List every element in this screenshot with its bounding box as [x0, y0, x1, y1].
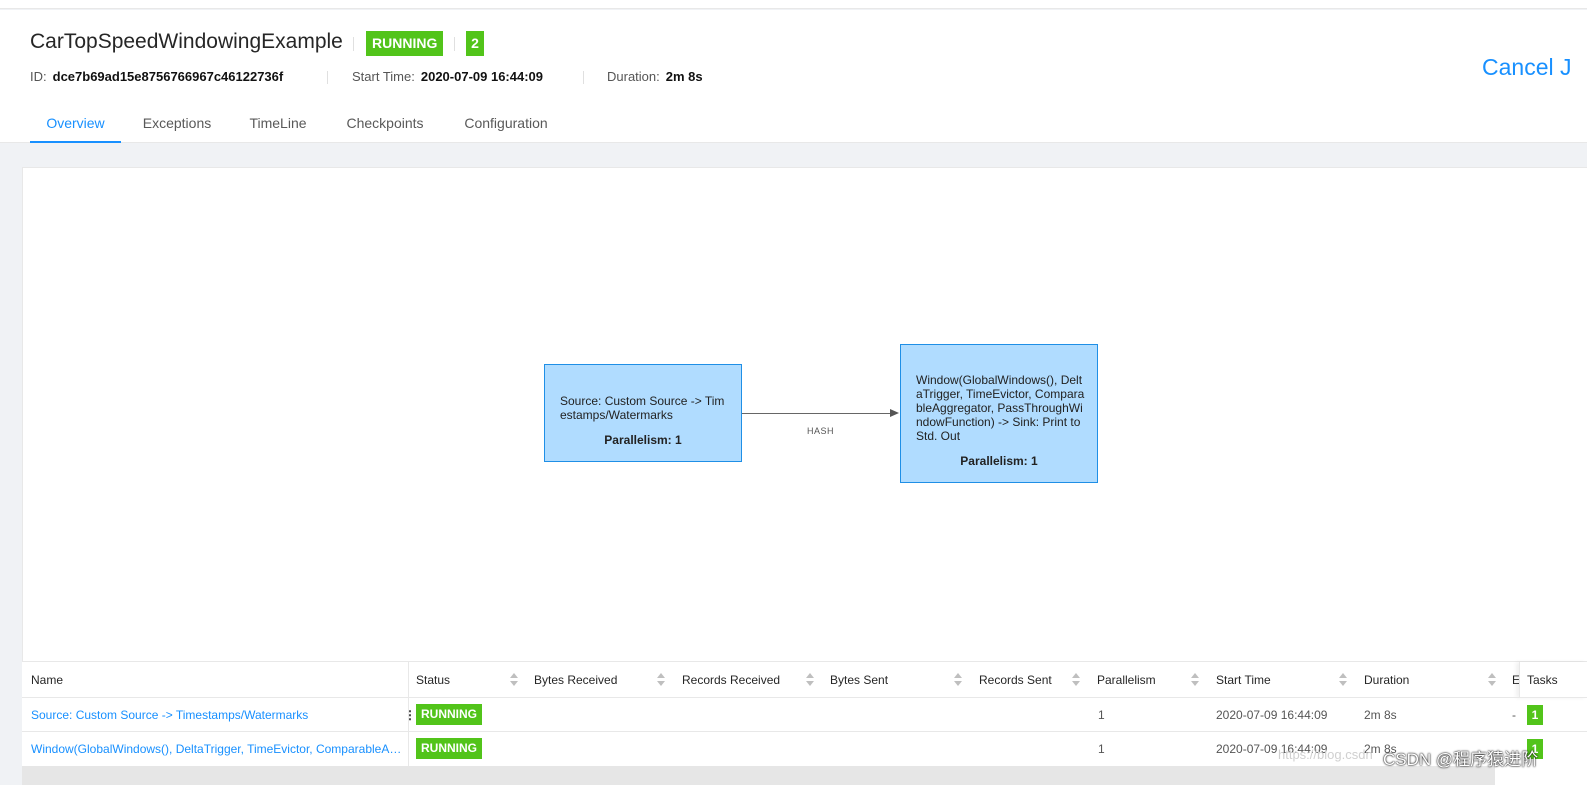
- title-divider: [353, 37, 354, 51]
- graph-node-window[interactable]: Window(GlobalWindows(), DeltaTrigger, Ti…: [900, 344, 1098, 483]
- vertex-name-link[interactable]: Window(GlobalWindows(), DeltaTrigger, Ti…: [31, 732, 405, 766]
- sort-icon[interactable]: [806, 673, 814, 687]
- edge-arrowhead: [890, 409, 899, 417]
- status-divider: [454, 37, 455, 51]
- job-status-badge: RUNNING: [366, 31, 444, 56]
- sort-icon[interactable]: [510, 673, 518, 687]
- vertex-tasks-badge: 1: [1527, 705, 1543, 725]
- vertex-name-link[interactable]: Source: Custom Source -> Timestamps/Wate…: [31, 698, 401, 732]
- column-header-parallelism[interactable]: Parallelism: [1097, 662, 1156, 698]
- vertex-parallelism: 1: [1098, 742, 1105, 756]
- job-header: CarTopSpeedWindowingExample RUNNING 2 ID…: [0, 10, 1587, 143]
- node-parallelism: Parallelism: 1: [960, 454, 1038, 468]
- column-header-duration[interactable]: Duration: [1364, 662, 1409, 698]
- top-strip: [0, 0, 1587, 9]
- column-header-name[interactable]: Name: [31, 662, 63, 698]
- table-row[interactable]: Source: Custom Source -> Timestamps/Wate…: [22, 697, 1587, 731]
- vertex-start-time: 2020-07-09 16:44:09: [1216, 708, 1328, 722]
- edge-label: HASH: [807, 426, 835, 436]
- horizontal-scrollbar[interactable]: [22, 766, 1495, 785]
- sort-icon[interactable]: [1191, 673, 1199, 687]
- vertex-status-badge: RUNNING: [416, 738, 482, 759]
- column-header-bytes-received[interactable]: Bytes Received: [534, 662, 617, 698]
- tab-exceptions[interactable]: Exceptions: [137, 103, 217, 143]
- vertex-status-badge: RUNNING: [416, 704, 482, 725]
- csdn-watermark: CSDN @程序猿进阶: [1383, 750, 1539, 769]
- graph-node-source[interactable]: Source: Custom Source -> Timestamps/Wate…: [544, 364, 742, 462]
- page-gutter: [0, 143, 22, 785]
- sort-icon[interactable]: [1339, 673, 1347, 687]
- start-time-label: Start Time:: [352, 69, 415, 84]
- tab-overview[interactable]: Overview: [30, 103, 121, 143]
- task-count-badge: 2: [466, 31, 484, 56]
- vertex-end-time: -: [1512, 708, 1516, 722]
- duration-value: 2m 8s: [665, 69, 703, 84]
- watermark-url: https://blog.csdn: [1278, 747, 1373, 762]
- sort-icon[interactable]: [1072, 673, 1080, 687]
- sort-icon[interactable]: [657, 673, 665, 687]
- tab-configuration[interactable]: Configuration: [456, 103, 556, 143]
- graph-edge: [742, 413, 892, 414]
- duration-label: Duration:: [607, 69, 660, 84]
- vertex-duration: 2m 8s: [1364, 708, 1397, 722]
- tab-timeline[interactable]: TimeLine: [243, 103, 313, 143]
- job-id-value: dce7b69ad15e8756766967c46122736f: [52, 69, 284, 84]
- job-id-label: ID:: [30, 69, 47, 84]
- node-description: Window(GlobalWindows(), DeltaTrigger, Ti…: [916, 373, 1085, 443]
- column-resize-handle[interactable]: ⋮: [404, 698, 416, 732]
- cancel-job-button[interactable]: Cancel J: [1482, 54, 1571, 81]
- column-header-records-sent[interactable]: Records Sent: [979, 662, 1052, 698]
- node-description: Source: Custom Source -> Timestamps/Wate…: [560, 394, 725, 422]
- meta-divider-1: [327, 71, 328, 84]
- column-header-status[interactable]: Status: [416, 662, 450, 698]
- column-header-records-received[interactable]: Records Received: [682, 662, 780, 698]
- node-parallelism: Parallelism: 1: [604, 433, 682, 447]
- vertex-parallelism: 1: [1098, 708, 1105, 722]
- column-header-start-time[interactable]: Start Time: [1216, 662, 1271, 698]
- sort-icon[interactable]: [954, 673, 962, 687]
- job-id: ID: dce7b69ad15e8756766967c46122736f: [30, 69, 283, 84]
- job-duration: Duration: 2m 8s: [607, 69, 703, 84]
- column-header-bytes-sent[interactable]: Bytes Sent: [830, 662, 888, 698]
- job-start-time: Start Time: 2020-07-09 16:44:09: [352, 69, 543, 84]
- start-time-value: 2020-07-09 16:44:09: [420, 69, 544, 84]
- column-header-tasks[interactable]: Tasks: [1519, 662, 1587, 698]
- job-title: CarTopSpeedWindowingExample: [30, 30, 343, 53]
- sort-icon[interactable]: [1488, 673, 1496, 687]
- meta-divider-2: [583, 71, 584, 84]
- tab-checkpoints[interactable]: Checkpoints: [339, 103, 431, 143]
